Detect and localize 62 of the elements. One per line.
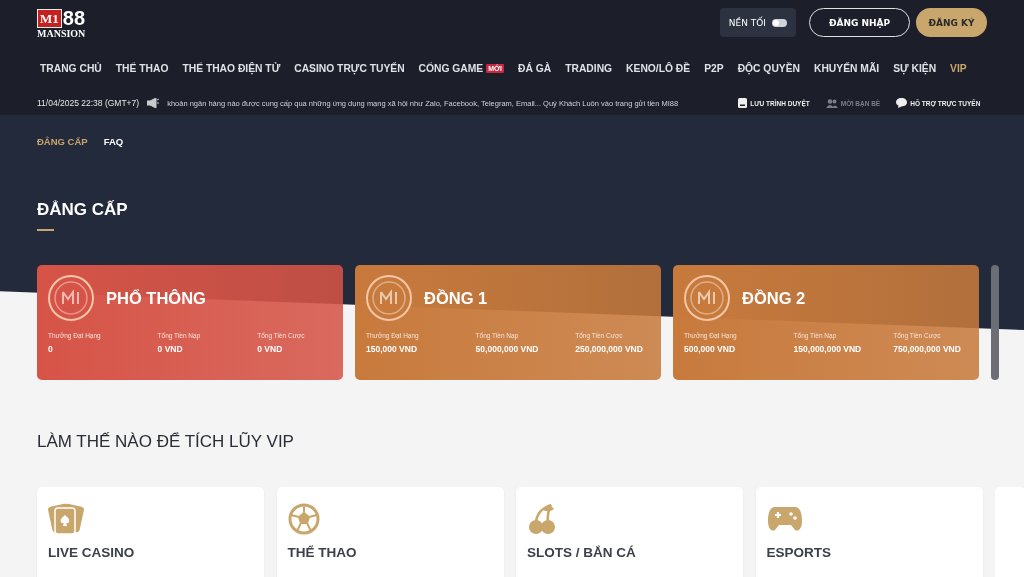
date-time: 11/04/2025 22:38 (GMT+7)	[37, 98, 140, 108]
toggle-switch[interactable]	[772, 18, 787, 27]
nav-link[interactable]: ĐỘC QUYỀN	[730, 62, 807, 74]
stat-value: 750,000,000 VND	[893, 344, 962, 354]
title-underline	[37, 229, 54, 231]
nav-link[interactable]: TRANG CHỦ	[33, 62, 109, 74]
bookmark-icon	[738, 98, 748, 108]
nav-link-label: KENO/LÔ ĐỀ	[626, 62, 691, 74]
cherry-icon	[527, 503, 557, 535]
category-label: THỂ THAO	[287, 545, 358, 560]
nav-link-label: ĐÁ GÀ	[518, 62, 552, 74]
category-label: LIVE CASINO	[48, 545, 136, 560]
section-title: LÀM THẾ NÀO ĐỂ TÍCH LŨY VIP	[37, 432, 295, 452]
nav-link[interactable]: P2P	[697, 62, 731, 74]
stat-value: 150,000,000 VND	[793, 344, 863, 354]
logo[interactable]: M1 88 MANSION	[37, 8, 86, 39]
category-label: SLOTS / BẮN CÁ	[527, 545, 637, 560]
nav-link-label: ĐỘC QUYỀN	[737, 62, 800, 74]
tier-name: ĐỒNG 1	[424, 288, 488, 308]
sub-tab[interactable]: FAQ	[103, 136, 124, 147]
chat-icon	[896, 98, 908, 108]
medal-icon	[366, 275, 412, 321]
gamepad-icon	[766, 505, 803, 533]
stat-value: 500,000 VND	[684, 344, 737, 354]
section-title: ĐẲNG CẤP	[37, 200, 129, 220]
nav-link[interactable]: TRADING	[558, 62, 620, 74]
register-button[interactable]: ĐĂNG KÝ	[916, 8, 987, 37]
nav-link-label: KHUYẾN MÃI	[814, 62, 880, 74]
nav-link[interactable]: KENO/LÔ ĐỀ	[619, 62, 698, 74]
nav-link-label: TRADING	[565, 62, 613, 74]
medal-icon	[684, 275, 730, 321]
people-icon	[825, 98, 838, 108]
nav-link[interactable]: VIP	[943, 62, 974, 74]
playing-cards-icon	[48, 503, 84, 535]
stat-value: 250,000,000 VND	[575, 344, 644, 354]
tier-name: PHỔ THÔNG	[106, 288, 206, 308]
nav-link-label: TRANG CHỦ	[40, 62, 102, 74]
nav-link-label: THỂ THAO	[115, 62, 169, 74]
category-card[interactable]: SLOTS / BẮN CÁ	[516, 487, 743, 577]
category-card[interactable]: LIVE CASINO	[37, 487, 264, 577]
stat-value: 0 VND	[157, 344, 184, 354]
category-label: ESPORTS	[766, 545, 832, 560]
medal-icon	[48, 275, 94, 321]
nav-link-label: VIP	[950, 62, 967, 74]
nav-link[interactable]: KHUYẾN MÃI	[807, 62, 887, 74]
sub-tab[interactable]: ĐẲNG CẤP	[37, 136, 88, 147]
soccer-ball-icon	[287, 503, 320, 535]
category-card[interactable]: THỂ THAO	[276, 487, 504, 577]
nav-link-label: SỰ KIỆN	[893, 62, 937, 74]
stat-value: 0	[48, 344, 54, 354]
nav-link-label: P2P	[704, 62, 724, 74]
nav-link[interactable]: SỰ KIỆN	[886, 62, 944, 74]
nav-link[interactable]: ĐÁ GÀ	[511, 62, 559, 74]
stat-value: 0 VND	[257, 344, 284, 354]
category-card[interactable]: ESPORTS	[755, 487, 983, 577]
megaphone-icon	[147, 98, 160, 108]
tier-name: ĐỒNG 2	[742, 288, 806, 308]
nav-link-label: CỔNG GAME	[418, 62, 484, 74]
stat-value: 50,000,000 VND	[475, 344, 540, 354]
nav-link[interactable]: THỂ THAO	[108, 62, 176, 74]
stat-value: 150,000 VND	[366, 344, 419, 354]
dark-mode-toggle[interactable]: NỀN TỐI	[719, 8, 796, 37]
